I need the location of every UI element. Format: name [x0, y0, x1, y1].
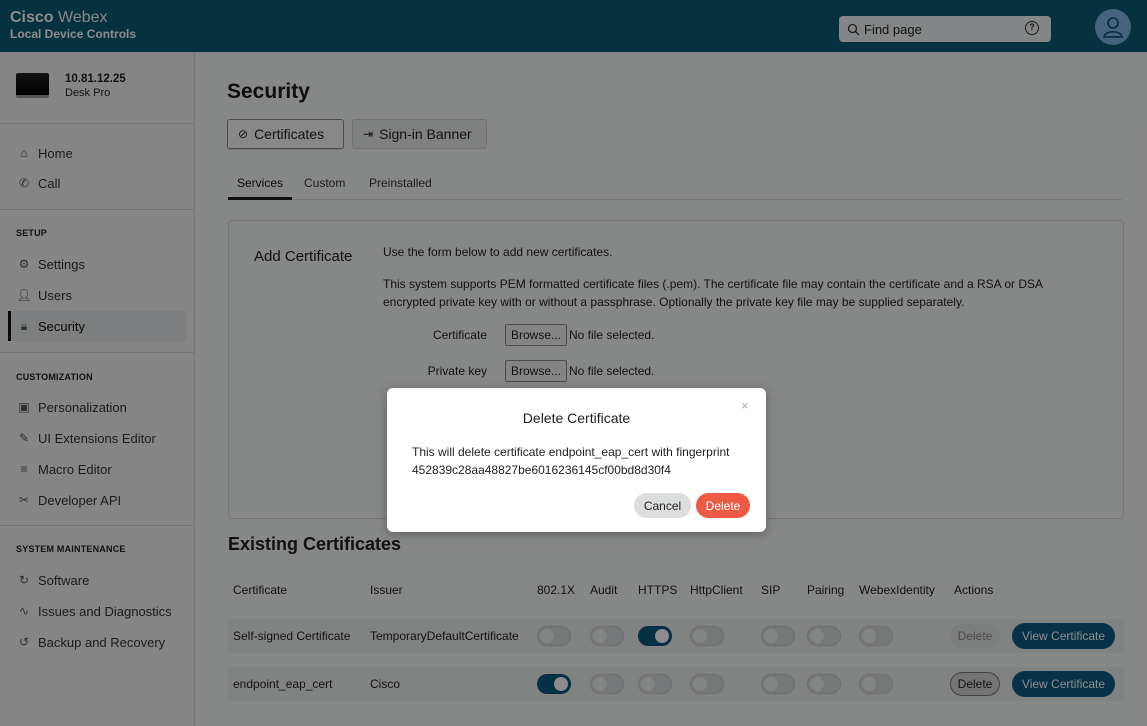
delete-certificate-dialog: Delete Certificate × This will delete ce…	[387, 388, 766, 532]
dialog-message: This will delete certificate endpoint_ea…	[412, 443, 752, 479]
confirm-delete-button[interactable]: Delete	[696, 493, 750, 518]
dialog-title: Delete Certificate	[522, 410, 631, 426]
close-icon[interactable]: ×	[741, 398, 749, 413]
modal-backdrop[interactable]	[0, 0, 1147, 726]
dialog-fingerprint: 452839c28aa48827be6016236145cf00bd8d30f4	[412, 463, 671, 477]
cancel-button[interactable]: Cancel	[634, 493, 691, 518]
dialog-message-line: This will delete certificate endpoint_ea…	[412, 445, 730, 459]
